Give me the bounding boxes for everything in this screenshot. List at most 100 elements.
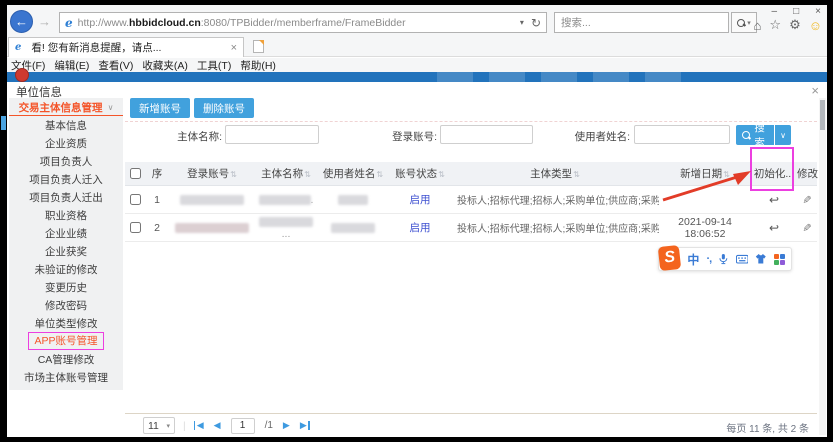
menu-tools[interactable]: 工具(T)	[197, 58, 231, 73]
tab-close-icon[interactable]: ×	[231, 42, 237, 54]
col-login[interactable]: 登录账号⇅	[169, 166, 255, 181]
search-button[interactable]: 搜索	[736, 125, 774, 145]
refresh-icon[interactable]: ↻	[531, 16, 541, 30]
sidebar-item-market-entity-account-management[interactable]: 市场主体账号管理	[9, 368, 123, 386]
browser-tab[interactable]: e 看! 您有新消息提醒，请点... ×	[8, 37, 244, 57]
menu-favorites[interactable]: 收藏夹(A)	[142, 58, 188, 73]
row-checkbox[interactable]	[130, 194, 141, 205]
table-row: 2 ... 启用 投标人;招标代理;招标人;采购单位;供应商;采购代理 2021…	[125, 214, 817, 242]
edit-pencil-icon[interactable]: ✎	[801, 195, 814, 204]
table-header-row: 序 登录账号⇅ 主体名称⇅ 使用者姓名⇅ 账号状态⇅ 主体类型⇅ 新增日期⇅ 初…	[125, 162, 817, 186]
sort-icon: ⇅	[376, 170, 383, 179]
menu-edit[interactable]: 编辑(E)	[54, 58, 89, 73]
sogou-logo-icon[interactable]: S	[658, 245, 682, 271]
init-undo-icon[interactable]: ↩	[769, 221, 779, 235]
skin-tshirt-icon[interactable]	[755, 253, 767, 265]
sidebar-item-label: 企业获奖	[45, 244, 87, 259]
sidebar-item-enterprise-performance[interactable]: 企业业绩	[9, 224, 123, 242]
sidebar-item-change-history[interactable]: 变更历史	[9, 278, 123, 296]
sidebar-item-professional-qualification[interactable]: 职业资格	[9, 206, 123, 224]
login-account-input[interactable]	[440, 125, 533, 144]
row-checkbox[interactable]	[130, 222, 141, 233]
sidebar-item-ca-management-modify[interactable]: CA管理修改	[9, 350, 123, 368]
subject-name-input[interactable]	[225, 125, 319, 144]
next-page-button[interactable]: ▶	[283, 420, 290, 431]
tab-favicon: e	[15, 42, 21, 53]
new-tab-button[interactable]	[253, 40, 264, 53]
user-name-input[interactable]	[634, 125, 730, 144]
sidebar-item-enterprise-qualification[interactable]: 企业资质	[9, 134, 123, 152]
pagination-bar: 11 ▾ | ◀ ◀ /1 ▶ ▶ 每页 11 条, 共 2 条	[125, 413, 817, 437]
search-dropdown-button[interactable]: ∨	[775, 125, 791, 145]
sidebar-group-trade-subject-info[interactable]: 交易主体信息管理 ∨	[9, 98, 123, 116]
last-page-button[interactable]: ▶	[300, 420, 310, 431]
back-button[interactable]: ←	[10, 10, 33, 33]
init-undo-icon[interactable]: ↩	[769, 193, 779, 207]
modal-close-icon[interactable]: ×	[811, 83, 819, 98]
sidebar-item-unit-type-modify[interactable]: 单位类型修改	[9, 314, 123, 332]
col-init: 初始化...	[751, 166, 797, 181]
page-size-select[interactable]: 11 ▾	[143, 417, 175, 434]
date-cell: 2021-09-14 18:06:52	[659, 216, 751, 240]
col-date[interactable]: 新增日期⇅	[659, 166, 751, 181]
sidebar-item-app-account-management[interactable]: APP账号管理	[9, 332, 123, 350]
ime-toolbox-grid-icon[interactable]	[774, 254, 785, 265]
address-bar[interactable]: e http://www.hbbidcloud.cn:8080/TPBidder…	[59, 12, 547, 33]
sidebar-item-change-password[interactable]: 修改密码	[9, 296, 123, 314]
sort-icon: ⇅	[304, 170, 311, 179]
sidebar-item-label: 职业资格	[45, 208, 87, 223]
url-dropdown-icon[interactable]: ▾	[520, 18, 524, 27]
col-type[interactable]: 主体类型⇅	[451, 166, 659, 181]
modal-header: 单位信息 ×	[7, 82, 827, 98]
restore-button[interactable]: □	[793, 5, 799, 19]
sidebar-item-label: CA管理修改	[38, 352, 95, 367]
keyboard-icon[interactable]	[736, 253, 749, 265]
sidebar-item-label: 企业资质	[45, 136, 87, 151]
table-row: 1 . 启用 投标人;招标代理;招标人;采购单位;供应商;采购代理 ↩ ✎	[125, 186, 817, 214]
url-text: http://www.hbbidcloud.cn:8080/TPBidder/m…	[78, 17, 520, 29]
vertical-scrollbar[interactable]	[819, 98, 826, 435]
page-size-value: 11	[148, 420, 159, 432]
accounts-table: 序 登录账号⇅ 主体名称⇅ 使用者姓名⇅ 账号状态⇅ 主体类型⇅ 新增日期⇅ 初…	[125, 162, 817, 242]
home-icon[interactable]: ⌂	[754, 18, 762, 33]
settings-gear-icon[interactable]: ⚙	[789, 17, 801, 33]
col-name[interactable]: 主体名称⇅	[255, 166, 317, 181]
delete-account-button[interactable]: 删除账号	[194, 98, 254, 118]
microphone-icon[interactable]	[718, 252, 729, 266]
page-number-input[interactable]	[231, 418, 255, 434]
close-window-button[interactable]: ×	[815, 5, 821, 19]
sidebar-item-basic-info[interactable]: 基本信息	[9, 116, 123, 134]
scrollbar-thumb[interactable]	[820, 100, 825, 130]
browser-titlebar: ← → e http://www.hbbidcloud.cn:8080/TPBi…	[7, 5, 827, 37]
sort-icon: ⇅	[230, 170, 237, 179]
forward-button[interactable]: →	[38, 14, 51, 29]
prev-page-button[interactable]: ◀	[214, 420, 221, 431]
ime-language-mode-icon[interactable]: 中	[687, 251, 699, 268]
sidebar-item-project-leader[interactable]: 项目负责人	[9, 152, 123, 170]
menu-view[interactable]: 查看(V)	[98, 58, 133, 73]
browser-search-box[interactable]	[554, 12, 729, 33]
sidebar-item-label: 单位类型修改	[35, 316, 98, 331]
sort-icon: ⇅	[723, 170, 730, 179]
sidebar-item-enterprise-awards[interactable]: 企业获奖	[9, 242, 123, 260]
sidebar-item-project-leader-transfer-out[interactable]: 项目负责人迁出	[9, 188, 123, 206]
filter-form: 主体名称: 登录账号: 使用者姓名: 搜索 ∨	[125, 125, 817, 145]
browser-window: ← → e http://www.hbbidcloud.cn:8080/TPBi…	[7, 5, 827, 437]
add-account-button[interactable]: 新增账号	[130, 98, 190, 118]
menu-help[interactable]: 帮助(H)	[240, 58, 276, 73]
minimize-button[interactable]: –	[772, 5, 778, 19]
url-prefix: http://www.	[78, 17, 129, 29]
browser-search-input[interactable]	[555, 14, 728, 33]
col-status[interactable]: 账号状态⇅	[389, 166, 451, 181]
sidebar-item-label: 企业业绩	[45, 226, 87, 241]
sidebar-item-project-leader-transfer-in[interactable]: 项目负责人迁入	[9, 170, 123, 188]
redacted-user	[331, 223, 375, 233]
select-all-checkbox[interactable]	[130, 168, 141, 179]
ime-punctuation-icon[interactable]: ·,	[706, 253, 711, 265]
feedback-smiley-icon[interactable]: ☺	[809, 18, 822, 33]
first-page-button[interactable]: ◀	[194, 420, 204, 431]
favorites-star-icon[interactable]: ☆	[769, 17, 781, 33]
sidebar-item-unverified-changes[interactable]: 未验证的修改	[9, 260, 123, 278]
edit-pencil-icon[interactable]: ✎	[801, 223, 814, 232]
col-user[interactable]: 使用者姓名⇅	[317, 166, 389, 181]
